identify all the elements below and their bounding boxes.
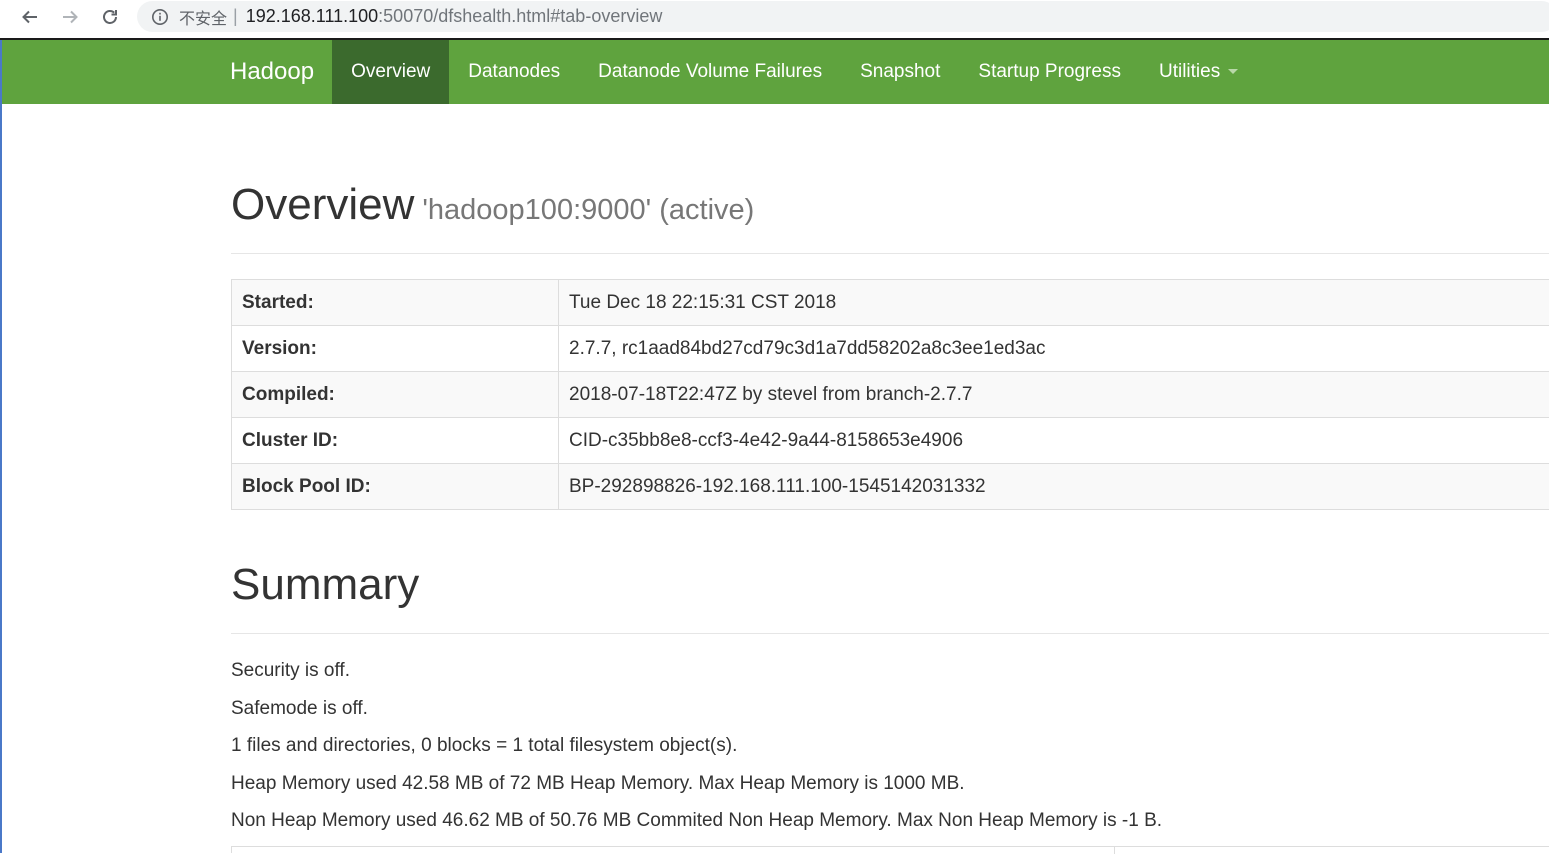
- row-value: CID-c35bb8e8-ccf3-4e42-9a44-8158653e4906: [559, 418, 1549, 464]
- table-row: Started: Tue Dec 18 22:15:31 CST 2018: [232, 280, 1549, 326]
- forward-button[interactable]: [57, 4, 83, 30]
- security-status-text: Security is off.: [231, 657, 1162, 695]
- row-label: Block Pool ID:: [232, 464, 559, 510]
- nav-startup-progress[interactable]: Startup Progress: [959, 40, 1140, 104]
- nav-datanode-volume-failures[interactable]: Datanode Volume Failures: [579, 40, 841, 104]
- nav-snapshot[interactable]: Snapshot: [841, 40, 959, 104]
- browser-toolbar: 不安全 | 192.168.111.100 :50070/dfshealth.h…: [0, 0, 1549, 34]
- url-host: 192.168.111.100: [246, 6, 378, 27]
- summary-header: Summary: [231, 558, 1549, 634]
- url-path: :50070/dfshealth.html#tab-overview: [378, 6, 662, 27]
- row-value: 2018-07-18T22:47Z by stevel from branch-…: [559, 372, 1549, 418]
- table-row: Compiled: 2018-07-18T22:47Z by stevel fr…: [232, 372, 1549, 418]
- filesystem-objects-text: 1 files and directories, 0 blocks = 1 to…: [231, 732, 1162, 770]
- brand-link[interactable]: Hadoop: [230, 40, 332, 104]
- overview-title: Overview: [231, 180, 414, 229]
- table-row: Cluster ID: CID-c35bb8e8-ccf3-4e42-9a44-…: [232, 418, 1549, 464]
- arrow-right-icon: [61, 8, 79, 26]
- overview-table: Started: Tue Dec 18 22:15:31 CST 2018 Ve…: [231, 279, 1549, 510]
- row-value: Tue Dec 18 22:15:31 CST 2018: [559, 280, 1549, 326]
- info-icon[interactable]: [151, 8, 169, 26]
- safemode-status-text: Safemode is off.: [231, 695, 1162, 733]
- reload-icon: [101, 8, 119, 26]
- row-label: Cluster ID:: [232, 418, 559, 464]
- row-value: BP-292898826-192.168.111.100-15451420313…: [559, 464, 1549, 510]
- row-label: Started:: [232, 280, 559, 326]
- caret-down-icon: [1228, 69, 1238, 74]
- table-row: Version: 2.7.7, rc1aad84bd27cd79c3d1a7dd…: [232, 326, 1549, 372]
- overview-header: Overview'hadoop100:9000' (active): [231, 178, 1549, 254]
- arrow-left-icon: [21, 8, 39, 26]
- row-value: 2.7.7, rc1aad84bd27cd79c3d1a7dd58202a8c3…: [559, 326, 1549, 372]
- security-status: 不安全: [179, 5, 227, 29]
- address-bar[interactable]: 不安全 | 192.168.111.100 :50070/dfshealth.h…: [137, 1, 1549, 32]
- table-row: Block Pool ID: BP-292898826-192.168.111.…: [232, 464, 1549, 510]
- nav-overview[interactable]: Overview: [332, 40, 449, 104]
- page-title: Overview'hadoop100:9000' (active): [231, 178, 1549, 237]
- heap-memory-text: Heap Memory used 42.58 MB of 72 MB Heap …: [231, 770, 1162, 808]
- nav-utilities-dropdown[interactable]: Utilities: [1140, 40, 1257, 104]
- nav-utilities-label: Utilities: [1159, 61, 1220, 82]
- url-separator: |: [233, 6, 238, 27]
- namenode-address: 'hadoop100:9000' (active): [422, 194, 754, 226]
- navbar: Hadoop Overview Datanodes Datanode Volum…: [2, 40, 1549, 104]
- non-heap-memory-text: Non Heap Memory used 46.62 MB of 50.76 M…: [231, 807, 1162, 845]
- window-edge: [0, 40, 2, 853]
- summary-title: Summary: [231, 558, 1549, 612]
- nav-datanodes[interactable]: Datanodes: [449, 40, 579, 104]
- summary-table-top: [231, 846, 1549, 853]
- summary-list: Security is off. Safemode is off. 1 file…: [231, 657, 1162, 845]
- reload-button[interactable]: [97, 4, 123, 30]
- back-button[interactable]: [17, 4, 43, 30]
- row-label: Version:: [232, 326, 559, 372]
- row-label: Compiled:: [232, 372, 559, 418]
